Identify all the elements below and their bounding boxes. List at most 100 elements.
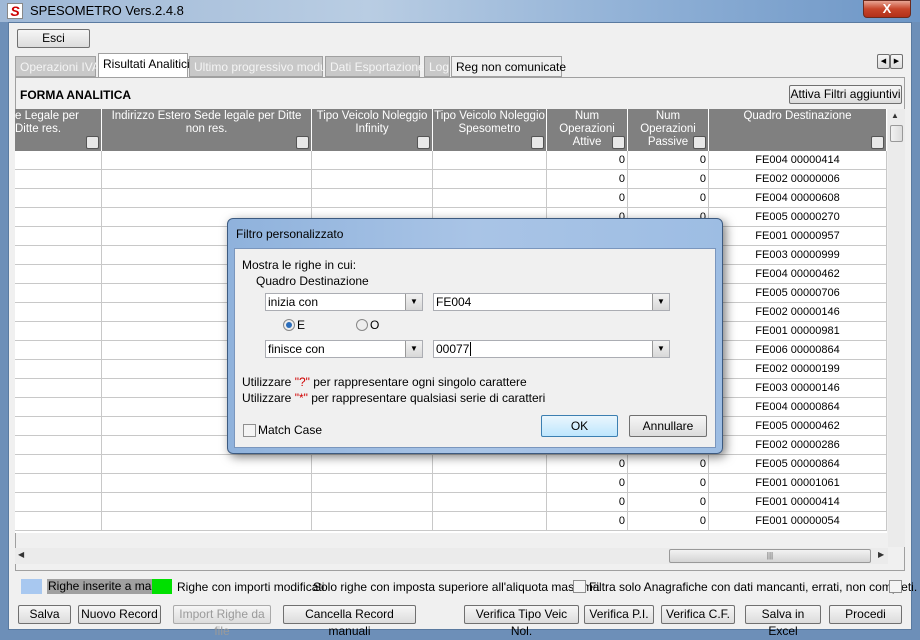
tab-ultimo-progressivo-modulo[interactable]: Ultimo progressivo modulo <box>189 56 336 77</box>
table-cell[interactable] <box>312 493 433 512</box>
new-record-button[interactable]: Nuovo Record <box>78 605 161 624</box>
table-cell[interactable] <box>433 474 547 493</box>
table-cell[interactable] <box>15 512 102 531</box>
table-cell[interactable]: FE004 00000608 <box>709 189 887 208</box>
table-cell[interactable]: 0 <box>628 512 709 531</box>
table-cell[interactable] <box>102 170 312 189</box>
table-cell[interactable]: 0 <box>628 474 709 493</box>
table-cell[interactable] <box>433 512 547 531</box>
exit-button[interactable]: Esci <box>17 29 90 48</box>
table-cell[interactable] <box>102 474 312 493</box>
table-cell[interactable]: 0 <box>628 455 709 474</box>
table-cell[interactable] <box>15 398 102 417</box>
ok-button[interactable]: OK <box>541 415 618 437</box>
vertical-scrollbar[interactable]: ▲ <box>888 109 905 547</box>
tab-scroll-left-button[interactable]: ◀ <box>877 54 890 69</box>
delete-manual-records-button[interactable]: Cancella Record manuali <box>283 605 416 638</box>
column-header[interactable]: Tipo Veicolo Noleggio Infinity <box>312 109 433 151</box>
table-cell[interactable] <box>15 417 102 436</box>
table-cell[interactable]: FE004 00000414 <box>709 151 887 170</box>
table-cell[interactable] <box>102 189 312 208</box>
column-header[interactable]: Num Operazioni Attive <box>547 109 628 151</box>
table-cell[interactable] <box>312 170 433 189</box>
table-cell[interactable] <box>15 151 102 170</box>
column-header[interactable]: Indirizzo Estero Sede legale per Ditte n… <box>102 109 312 151</box>
table-cell[interactable]: FE004 00000462 <box>709 265 887 284</box>
table-cell[interactable]: FE001 00000957 <box>709 227 887 246</box>
table-cell[interactable]: FE001 00000414 <box>709 493 887 512</box>
table-cell[interactable]: 0 <box>547 512 628 531</box>
value-2-combo[interactable]: 00077 ▼ <box>433 340 670 358</box>
table-cell[interactable] <box>15 379 102 398</box>
table-cell[interactable]: 0 <box>547 189 628 208</box>
table-cell[interactable] <box>15 455 102 474</box>
table-cell[interactable] <box>433 455 547 474</box>
close-button[interactable]: X <box>863 0 911 18</box>
table-cell[interactable]: FE004 00000864 <box>709 398 887 417</box>
table-cell[interactable] <box>15 170 102 189</box>
scroll-up-icon[interactable]: ▲ <box>891 111 899 120</box>
table-cell[interactable]: FE002 00000199 <box>709 360 887 379</box>
column-header[interactable]: Quadro Destinazione <box>709 109 887 151</box>
table-cell[interactable] <box>15 436 102 455</box>
dropdown-arrow-icon[interactable]: ▼ <box>405 294 422 310</box>
table-cell[interactable] <box>15 341 102 360</box>
or-radio[interactable] <box>356 319 368 331</box>
table-cell[interactable] <box>312 455 433 474</box>
table-cell[interactable] <box>433 493 547 512</box>
check-tax-code-button[interactable]: Verifica C.F. <box>661 605 735 624</box>
and-radio[interactable] <box>283 319 295 331</box>
table-cell[interactable]: FE005 00000706 <box>709 284 887 303</box>
table-cell[interactable]: 0 <box>547 151 628 170</box>
table-cell[interactable]: 0 <box>628 189 709 208</box>
column-filter-button[interactable] <box>86 136 99 149</box>
operator-1-select[interactable]: inizia con ▼ <box>265 293 423 311</box>
column-filter-button[interactable] <box>693 136 706 149</box>
match-case-checkbox[interactable] <box>243 424 256 437</box>
table-cell[interactable] <box>312 474 433 493</box>
check-vehicle-type-button[interactable]: Verifica Tipo Veic Nol. <box>464 605 579 638</box>
save-excel-button[interactable]: Salva in Excel <box>745 605 821 638</box>
column-filter-button[interactable] <box>612 136 625 149</box>
dropdown-arrow-icon[interactable]: ▼ <box>652 294 669 310</box>
table-cell[interactable]: 0 <box>547 493 628 512</box>
tab-scroll-right-button[interactable]: ▶ <box>890 54 903 69</box>
check-vat-number-button[interactable]: Verifica P.I. <box>584 605 654 624</box>
tab-operazioni-iva[interactable]: Operazioni IVA <box>15 56 100 77</box>
tax-filter-checkbox[interactable] <box>573 580 586 593</box>
table-cell[interactable]: 0 <box>628 170 709 189</box>
dropdown-arrow-icon[interactable]: ▼ <box>405 341 422 357</box>
table-cell[interactable] <box>15 360 102 379</box>
save-button[interactable]: Salva <box>18 605 71 624</box>
table-cell[interactable] <box>15 208 102 227</box>
table-cell[interactable]: 0 <box>547 455 628 474</box>
value-1-combo[interactable]: FE004 ▼ <box>433 293 670 311</box>
table-cell[interactable] <box>15 303 102 322</box>
table-cell[interactable]: FE005 00000270 <box>709 208 887 227</box>
table-cell[interactable] <box>15 246 102 265</box>
table-cell[interactable]: FE002 00000006 <box>709 170 887 189</box>
additional-filters-button[interactable]: Attiva Filtri aggiuntivi <box>789 85 902 104</box>
table-cell[interactable]: 0 <box>547 474 628 493</box>
table-cell[interactable] <box>433 189 547 208</box>
table-cell[interactable] <box>15 265 102 284</box>
table-cell[interactable]: FE001 00001061 <box>709 474 887 493</box>
tab-reg-non-comunicate[interactable]: Reg non comunicate <box>451 56 566 77</box>
operator-2-select[interactable]: finisce con ▼ <box>265 340 423 358</box>
table-cell[interactable] <box>15 493 102 512</box>
column-filter-button[interactable] <box>417 136 430 149</box>
tab-log[interactable]: Log <box>424 56 450 77</box>
column-header[interactable]: Tipo Veicolo Noleggio Spesometro <box>433 109 547 151</box>
horizontal-scrollbar[interactable]: ◀ ||| ▶ <box>15 548 888 564</box>
table-cell[interactable] <box>102 493 312 512</box>
missing-data-filter-checkbox[interactable] <box>889 580 902 593</box>
table-cell[interactable]: FE005 00000462 <box>709 417 887 436</box>
scroll-left-icon[interactable]: ◀ <box>18 550 24 559</box>
import-rows-button[interactable]: Import Righe da file <box>173 605 271 638</box>
column-filter-button[interactable] <box>296 136 309 149</box>
tab-risultati-analitici[interactable]: Risultati Analitici <box>98 53 190 78</box>
scroll-thumb[interactable]: ||| <box>669 549 871 563</box>
dropdown-arrow-icon[interactable]: ▼ <box>652 341 669 357</box>
table-cell[interactable] <box>15 189 102 208</box>
table-cell[interactable]: FE002 00000146 <box>709 303 887 322</box>
